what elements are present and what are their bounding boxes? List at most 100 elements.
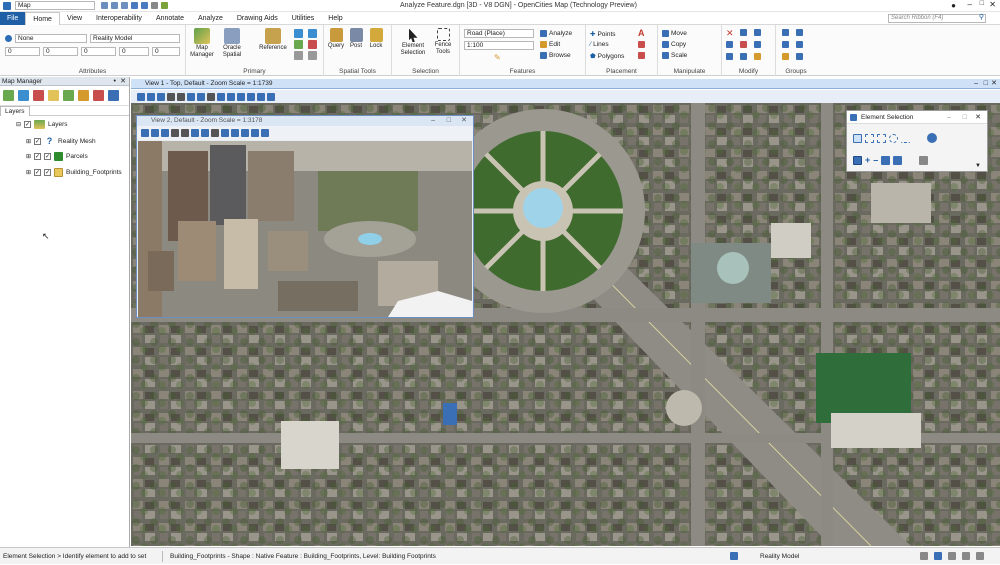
new-mode-icon[interactable] [853,155,862,165]
window-area-icon[interactable] [187,92,195,101]
group-icon-2[interactable] [796,29,803,36]
modify-icon-8[interactable] [754,53,761,60]
view2-window[interactable]: View 2, Default - Zoom Scale = 1:3178 – … [136,115,474,318]
polygons-button[interactable]: ⬟ Polygons [590,52,624,61]
primary-small-icon-1[interactable] [294,29,303,38]
block-select-icon[interactable] [865,133,874,143]
undo-icon[interactable] [131,2,138,9]
status-lock-icon[interactable] [730,552,738,560]
parcels-checkbox[interactable]: ✓ [34,153,42,160]
maximize-button[interactable]: □ [980,0,984,7]
mm-tool-icon-1[interactable] [3,90,14,101]
pencil-icon[interactable]: ✎ [494,53,501,62]
expand-icon[interactable]: ⊞ [26,169,31,176]
primary-small-icon-2[interactable] [294,40,303,49]
expand-dialog-icon[interactable]: ▼ [975,163,981,169]
text-icon[interactable]: A [638,28,645,38]
group-icon-5[interactable] [782,53,789,60]
browse-button[interactable]: Browse [540,52,571,59]
next-view-icon[interactable] [231,129,239,137]
tab-interoperability[interactable]: Interoperability [89,12,149,25]
modify-icon-4[interactable] [740,41,747,48]
mm-tool-icon-3[interactable] [33,90,44,101]
primary-small-icon-3[interactable] [294,51,303,60]
selection-options-icon[interactable] [919,155,929,165]
reality-mesh-checkbox[interactable]: ✓ [34,137,42,145]
previous-view-icon[interactable] [217,92,225,101]
tree-row-building-footprints[interactable]: ⊞ ✓ ✓ Building_Footprints [26,168,122,177]
tab-analyze[interactable]: Analyze [191,12,230,25]
fit-view-icon[interactable] [197,92,205,101]
tree-row-parcels[interactable]: ⊞ ✓ ✓ Parcels [26,152,88,161]
view2-close-button[interactable]: ✕ [461,116,467,126]
mm-tool-icon-5[interactable] [63,90,74,101]
query-button[interactable]: Query [327,28,345,50]
map-manager-button[interactable]: Map Manager [188,28,216,59]
rotate-view-icon[interactable] [211,129,219,137]
qat-icon-3[interactable] [121,2,128,9]
copy-view-icon[interactable] [241,129,249,137]
mm-tool-icon-7[interactable] [93,90,104,101]
lock-button[interactable]: Lock [367,28,385,50]
redo-icon[interactable] [141,2,148,9]
wrench-icon[interactable] [161,2,168,9]
priority-select[interactable]: 0 [152,47,180,56]
subtract-mode-icon[interactable]: – [873,155,878,165]
invert-mode-icon[interactable] [881,155,891,165]
shape-select-icon[interactable] [877,133,886,143]
building-footprints-checkbox[interactable]: ✓ [34,169,42,176]
placement-small-icon-2[interactable] [638,52,645,59]
status-icon-4[interactable] [962,552,970,560]
panel-pin-icon[interactable]: • [114,77,116,86]
building-footprints-visibility-checkbox[interactable]: ✓ [44,169,52,176]
transparency-select[interactable]: 0 [119,47,149,56]
reference-button[interactable]: Reference [258,28,288,52]
camera-icon[interactable] [261,129,269,137]
modify-icon-6[interactable] [726,53,733,60]
close-button[interactable]: ✕ [989,0,996,9]
qat-icon-2[interactable] [111,2,118,9]
model-select[interactable]: Reality Model [90,34,180,43]
expand-icon[interactable]: ⊞ [26,153,31,160]
tab-help[interactable]: Help [321,12,349,25]
minimize-button[interactable]: – [968,0,972,9]
status-icon-3[interactable] [948,552,956,560]
view-attributes-icon[interactable] [137,92,145,101]
dialog-close-button[interactable]: ✕ [975,111,981,124]
group-icon-4[interactable] [796,41,803,48]
user-icon[interactable]: ● [951,1,956,10]
previous-view-icon[interactable] [221,129,229,137]
fit-view-icon[interactable] [201,129,209,137]
circle-select-icon[interactable] [889,133,898,143]
group-icon-1[interactable] [782,29,789,36]
status-icon-2[interactable] [934,552,942,560]
display-style-icon[interactable] [151,129,159,137]
group-icon-6[interactable] [796,53,803,60]
group-icon-3[interactable] [782,41,789,48]
mm-tool-icon-4[interactable] [48,90,59,101]
primary-small-icon-4[interactable] [308,29,317,38]
view2-maximize-button[interactable]: □ [447,116,451,126]
copy-button[interactable]: Copy [662,41,686,48]
layers-checkbox[interactable]: ✓ [24,121,32,128]
tab-utilities[interactable]: Utilities [285,12,322,25]
oracle-spatial-button[interactable]: Oracle Spatial [218,28,246,59]
view2-minimize-button[interactable]: – [431,116,435,126]
tab-file[interactable]: File [0,11,26,25]
dialog-minimize-button[interactable]: – [947,111,951,124]
points-button[interactable]: ✚ Points [590,30,616,39]
ribbon-search-input[interactable]: Search Ribbon (F4) [888,14,986,23]
collapse-icon[interactable]: ⊟ [16,121,21,128]
tab-annotate[interactable]: Annotate [149,12,191,25]
scale-select[interactable]: 1:100 [464,41,534,50]
expand-icon[interactable]: ⊞ [26,138,31,145]
add-mode-icon[interactable]: + [865,155,870,165]
rotate-view-icon[interactable] [207,92,215,101]
qat-icon-1[interactable] [101,2,108,9]
level-select[interactable]: None [15,34,87,43]
panel-close-icon[interactable]: ✕ [120,77,126,86]
placement-small-icon-1[interactable] [638,41,645,48]
modify-icon-5[interactable] [754,41,761,48]
style-select[interactable]: 0 [81,47,116,56]
feature-select[interactable]: Road (Place) [464,29,534,38]
